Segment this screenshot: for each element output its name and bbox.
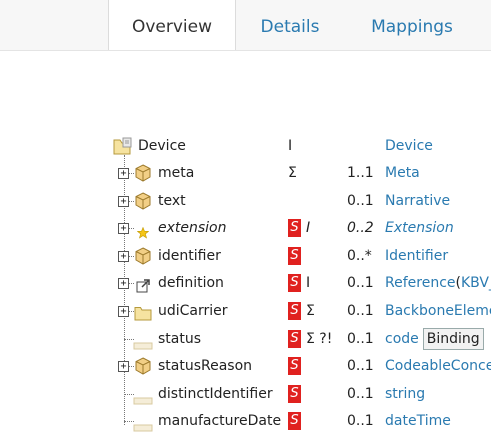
element-name: extension — [158, 220, 227, 237]
element-type-link[interactable]: BackboneEleme — [385, 298, 491, 325]
flag-text: Σ — [306, 303, 315, 319]
element-name: identifier — [158, 247, 221, 264]
element-flags: I — [288, 138, 293, 154]
element-name: distinctIdentifier — [158, 385, 273, 402]
tree-row-identifier[interactable]: + identifier S 0..* Identifier — [0, 243, 491, 270]
cardinality: 0..1 — [347, 413, 374, 430]
profile-link[interactable]: KBV_ — [461, 275, 491, 291]
must-support-badge: S — [288, 357, 301, 376]
flag-text: I — [306, 220, 311, 237]
must-support-badge: S — [288, 246, 301, 265]
element-type-link[interactable]: Extension — [385, 215, 454, 242]
element-type-link[interactable]: Narrative — [385, 188, 450, 215]
element-flags: S — [288, 381, 306, 408]
element-type-link[interactable]: Device — [385, 133, 433, 160]
cardinality: 0..1 — [347, 330, 374, 347]
element-name: Device — [138, 138, 186, 154]
flag-text: Σ ?! — [306, 330, 333, 347]
tree-row-statusReason[interactable]: + statusReason S 0..1 CodeableConce — [0, 353, 491, 380]
must-support-badge: S — [288, 384, 301, 403]
cardinality: 0..2 — [347, 220, 374, 237]
element-flags: S — [288, 408, 306, 435]
flag-text: I — [306, 275, 311, 292]
tree-row-definition[interactable]: + definition SI 0..1 Reference(KBV_ — [0, 270, 491, 297]
expand-toggle-icon[interactable]: + — [118, 195, 129, 207]
must-support-badge: S — [288, 274, 301, 293]
cardinality: 0..* — [347, 247, 372, 264]
cardinality: 0..1 — [347, 275, 374, 292]
cardinality: 0..1 — [347, 192, 374, 209]
expand-toggle-icon[interactable]: + — [118, 168, 129, 179]
element-type-link[interactable]: dateTime — [385, 408, 451, 435]
element-name: udiCarrier — [158, 303, 228, 319]
element-type-link[interactable]: Identifier — [385, 243, 448, 270]
expand-toggle-icon[interactable]: + — [118, 250, 129, 262]
expand-toggle-icon[interactable]: + — [118, 361, 129, 373]
tab-bar: Overview Details Mappings — [0, 0, 491, 51]
element-name: text — [158, 192, 186, 209]
element-flags: Σ — [288, 160, 297, 187]
element-name: meta — [158, 165, 195, 181]
element-name: definition — [158, 275, 224, 292]
tab-overview[interactable]: Overview — [108, 0, 236, 50]
expand-toggle-icon[interactable]: + — [118, 223, 129, 235]
element-type-link[interactable]: string — [385, 381, 425, 408]
element-type-link[interactable]: Meta — [385, 160, 420, 187]
tree-row-meta[interactable]: + meta Σ 1..1 Meta — [0, 160, 491, 187]
must-support-badge: S — [288, 302, 301, 320]
tree-row-manufactureDate[interactable]: manufactureDate S 0..1 dateTime — [0, 408, 491, 435]
element-flags: SI — [288, 270, 310, 297]
expand-toggle-icon[interactable]: + — [118, 306, 129, 317]
must-support-badge: S — [288, 329, 301, 348]
tree-row-status[interactable]: status S Σ ?! 0..1 code Binding — [0, 326, 491, 353]
tab-mappings[interactable]: Mappings — [352, 0, 472, 50]
tree-row-text[interactable]: + text 0..1 Narrative — [0, 188, 491, 215]
flag-text: Σ — [288, 165, 297, 181]
tab-details[interactable]: Details — [240, 0, 340, 50]
cardinality: 1..1 — [347, 165, 374, 181]
cardinality: 0..1 — [347, 358, 374, 375]
element-name: status — [158, 330, 202, 347]
element-flags: SI — [288, 215, 310, 242]
expand-toggle-icon[interactable]: + — [118, 278, 129, 290]
element-name: manufactureDate — [158, 413, 282, 430]
cardinality: 0..1 — [347, 385, 374, 402]
tree-row-root[interactable]: Device I Device — [0, 133, 491, 160]
must-support-badge: S — [288, 219, 301, 238]
element-name: statusReason — [158, 358, 253, 375]
tree-row-extension[interactable]: + extension S I 0..2 Extension — [0, 215, 491, 242]
element-type-link[interactable]: code Binding — [385, 326, 484, 353]
must-support-badge: S — [288, 412, 301, 431]
primitive-icon — [133, 416, 153, 443]
element-flags: SΣ — [288, 298, 315, 325]
element-flags: S — [288, 243, 306, 270]
element-type-link[interactable]: Reference(KBV_ — [385, 270, 491, 297]
element-type-link[interactable]: CodeableConce — [385, 353, 491, 380]
element-flags: S Σ ?! — [288, 326, 332, 353]
tree-row-distinctIdentifier[interactable]: distinctIdentifier S 0..1 string — [0, 381, 491, 408]
cardinality: 0..1 — [347, 303, 374, 319]
element-flags: S — [288, 353, 306, 380]
tree-row-udiCarrier[interactable]: + udiCarrier S Σ 0..1 BackboneEleme — [0, 298, 491, 325]
binding-button[interactable]: Binding — [422, 327, 484, 350]
